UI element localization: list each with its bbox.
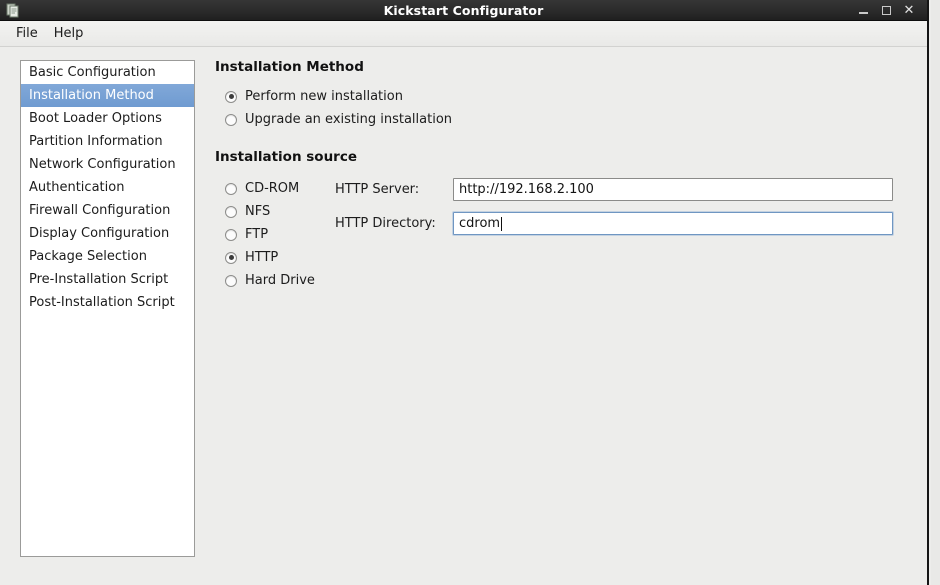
radio-http[interactable]: HTTP (225, 246, 325, 269)
sidebar-item-authentication[interactable]: Authentication (21, 176, 194, 199)
window-right-edge (931, 0, 940, 585)
installation-source-fields: HTTP Server: http://192.168.2.100 HTTP D… (335, 175, 893, 292)
sidebar-item-installation-method[interactable]: Installation Method (21, 84, 194, 107)
radio-indicator-icon[interactable] (225, 182, 237, 195)
radio-indicator-icon[interactable] (225, 113, 237, 126)
sidebar-item-post-installation-script[interactable]: Post-Installation Script (21, 291, 194, 314)
main-panel: Installation Method Perform new installa… (195, 47, 927, 585)
installation-source-title: Installation source (215, 149, 358, 165)
http-server-value: http://192.168.2.100 (459, 182, 594, 197)
radio-cdrom[interactable]: CD-ROM (225, 177, 325, 200)
http-directory-label: HTTP Directory: (335, 216, 436, 231)
menu-bar: File Help (0, 21, 927, 47)
sidebar-item-display-configuration[interactable]: Display Configuration (21, 222, 194, 245)
close-icon[interactable]: ✕ (903, 4, 915, 17)
installation-source-section: Installation source CD-ROM NFS FTP HTTP … (215, 149, 927, 292)
installation-source-radio-group: CD-ROM NFS FTP HTTP Hard Drive (215, 175, 325, 292)
application-window: Kickstart Configurator ✕ File Help Basic… (0, 0, 929, 585)
http-directory-input[interactable]: cdrom (453, 212, 893, 235)
radio-label: CD-ROM (245, 181, 300, 196)
sidebar-item-basic-configuration[interactable]: Basic Configuration (21, 61, 194, 84)
http-directory-row: HTTP Directory: cdrom (335, 212, 893, 235)
radio-indicator-icon[interactable] (225, 90, 237, 103)
http-directory-value: cdrom (459, 216, 501, 231)
http-server-label: HTTP Server: (335, 182, 420, 197)
http-server-row: HTTP Server: http://192.168.2.100 (335, 178, 893, 201)
radio-label: HTTP (245, 250, 279, 265)
sidebar-item-partition-information[interactable]: Partition Information (21, 130, 194, 153)
menu-item-help[interactable]: Help (46, 23, 92, 44)
radio-indicator-icon[interactable] (225, 228, 237, 241)
sidebar-item-package-selection[interactable]: Package Selection (21, 245, 194, 268)
radio-nfs[interactable]: NFS (225, 200, 325, 223)
minimize-icon[interactable] (857, 4, 869, 16)
radio-label: Perform new installation (245, 89, 403, 104)
sidebar-container: Basic Configuration Installation Method … (0, 47, 195, 585)
installation-method-section: Installation Method Perform new installa… (215, 59, 927, 131)
sidebar-item-boot-loader-options[interactable]: Boot Loader Options (21, 107, 194, 130)
title-bar[interactable]: Kickstart Configurator ✕ (0, 0, 927, 21)
radio-indicator-icon[interactable] (225, 251, 237, 264)
radio-upgrade-existing-installation[interactable]: Upgrade an existing installation (225, 108, 927, 131)
app-icon (5, 2, 21, 18)
window-controls: ✕ (857, 4, 927, 17)
radio-indicator-icon[interactable] (225, 274, 237, 287)
sidebar-item-pre-installation-script[interactable]: Pre-Installation Script (21, 268, 194, 291)
radio-label: NFS (245, 204, 271, 219)
installation-method-radio-group: Perform new installation Upgrade an exis… (215, 85, 927, 131)
radio-label: FTP (245, 227, 269, 242)
installation-method-title: Installation Method (215, 59, 364, 75)
radio-hard-drive[interactable]: Hard Drive (225, 269, 325, 292)
maximize-icon[interactable] (880, 4, 892, 16)
radio-label: Hard Drive (245, 273, 315, 288)
radio-label: Upgrade an existing installation (245, 112, 453, 127)
sidebar-item-network-configuration[interactable]: Network Configuration (21, 153, 194, 176)
installation-source-body: CD-ROM NFS FTP HTTP Hard Drive HTTP Serv… (215, 175, 927, 292)
menu-item-file[interactable]: File (8, 23, 46, 44)
sidebar-list[interactable]: Basic Configuration Installation Method … (20, 60, 195, 557)
radio-ftp[interactable]: FTP (225, 223, 325, 246)
text-cursor (501, 216, 503, 231)
content-area: Basic Configuration Installation Method … (0, 47, 927, 585)
window-title: Kickstart Configurator (383, 2, 544, 18)
http-server-input[interactable]: http://192.168.2.100 (453, 178, 893, 201)
sidebar-item-firewall-configuration[interactable]: Firewall Configuration (21, 199, 194, 222)
radio-indicator-icon[interactable] (225, 205, 237, 218)
radio-perform-new-installation[interactable]: Perform new installation (225, 85, 927, 108)
